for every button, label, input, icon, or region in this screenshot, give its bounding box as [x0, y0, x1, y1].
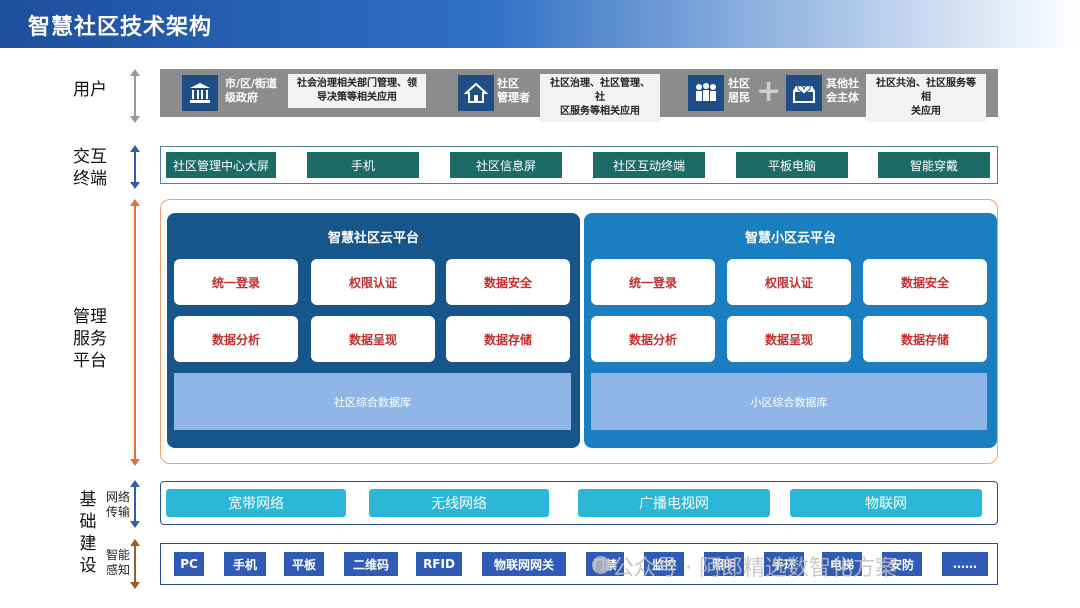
service-box: 统一登录: [591, 259, 715, 305]
label-network: 网络 传输: [105, 490, 130, 519]
sensing-item: ……: [942, 552, 988, 576]
community-database: 社区综合数据库: [174, 373, 571, 430]
network-item: 无线网络: [369, 489, 549, 517]
sensing-item: RFID: [416, 552, 462, 576]
terminal-row: [160, 146, 998, 184]
sensing-item: 二维码: [344, 552, 398, 576]
user-gov-label: 市/区/街道 级政府: [225, 77, 278, 104]
service-box: 权限认证: [727, 259, 851, 305]
terminal-item: 社区管理中心大屏: [166, 152, 276, 178]
network-item: 广播电视网: [578, 489, 770, 517]
arrow-user: [130, 69, 140, 123]
user-other-label: 其他社 会主体: [826, 77, 859, 104]
arrow-sensing: [130, 539, 140, 589]
terminal-item: 智能穿戴: [878, 152, 990, 178]
service-box: 数据存储: [863, 316, 987, 362]
service-box: 数据分析: [174, 316, 298, 362]
arrow-network: [130, 480, 140, 528]
wechat-icon: [592, 556, 610, 574]
arrow-terminal: [130, 145, 140, 189]
government-building-icon: [182, 75, 218, 111]
service-box: 数据安全: [446, 259, 570, 305]
terminal-item: 社区信息屏: [450, 152, 562, 178]
service-box: 数据安全: [863, 259, 987, 305]
shop-heart-icon: [786, 75, 822, 111]
sensing-item: 手机: [224, 552, 266, 576]
terminal-item: 社区互动终端: [593, 152, 705, 178]
plus-icon: +: [756, 74, 782, 109]
watermark: 公众号 · 阿郎精选数智化方案: [612, 556, 897, 581]
page-title: 智慧社区技术架构: [28, 15, 213, 40]
label-platform: 管理 服务 平台: [73, 307, 107, 371]
service-box: 权限认证: [311, 259, 435, 305]
network-item: 宽带网络: [166, 489, 346, 517]
service-box: 统一登录: [174, 259, 298, 305]
residential-database: 小区综合数据库: [591, 373, 987, 430]
service-box: 数据分析: [591, 316, 715, 362]
arrow-platform: [130, 199, 140, 466]
service-box: 数据呈现: [311, 316, 435, 362]
user-other-desc: 社区共治、社区服务等相 关应用: [866, 74, 986, 122]
sensing-item: 平板: [284, 552, 324, 576]
user-manager-desc: 社区治理、社区管理、社 区服务等相关应用: [540, 74, 660, 122]
sensing-item: PC: [174, 552, 204, 576]
sensing-item: 物联网网关: [482, 552, 566, 576]
people-group-icon: [688, 75, 724, 111]
service-box: 数据呈现: [727, 316, 851, 362]
label-user: 用户: [73, 80, 107, 100]
user-gov-desc: 社会治理相关部门管理、领 导决策等相关应用: [288, 74, 426, 108]
terminal-item: 平板电脑: [736, 152, 848, 178]
terminal-item: 手机: [307, 152, 419, 178]
platform-title: 智慧小区云平台: [744, 231, 836, 246]
label-terminal: 交互 终端: [73, 147, 107, 189]
platform-title: 智慧社区云平台: [327, 231, 419, 246]
user-resident-label: 社区 居民: [728, 77, 750, 104]
user-manager-label: 社区 管理者: [497, 77, 530, 104]
label-sensing: 智能 感知: [105, 548, 130, 577]
service-box: 数据存储: [446, 316, 570, 362]
home-icon: [458, 75, 494, 111]
network-item: 物联网: [790, 489, 982, 517]
